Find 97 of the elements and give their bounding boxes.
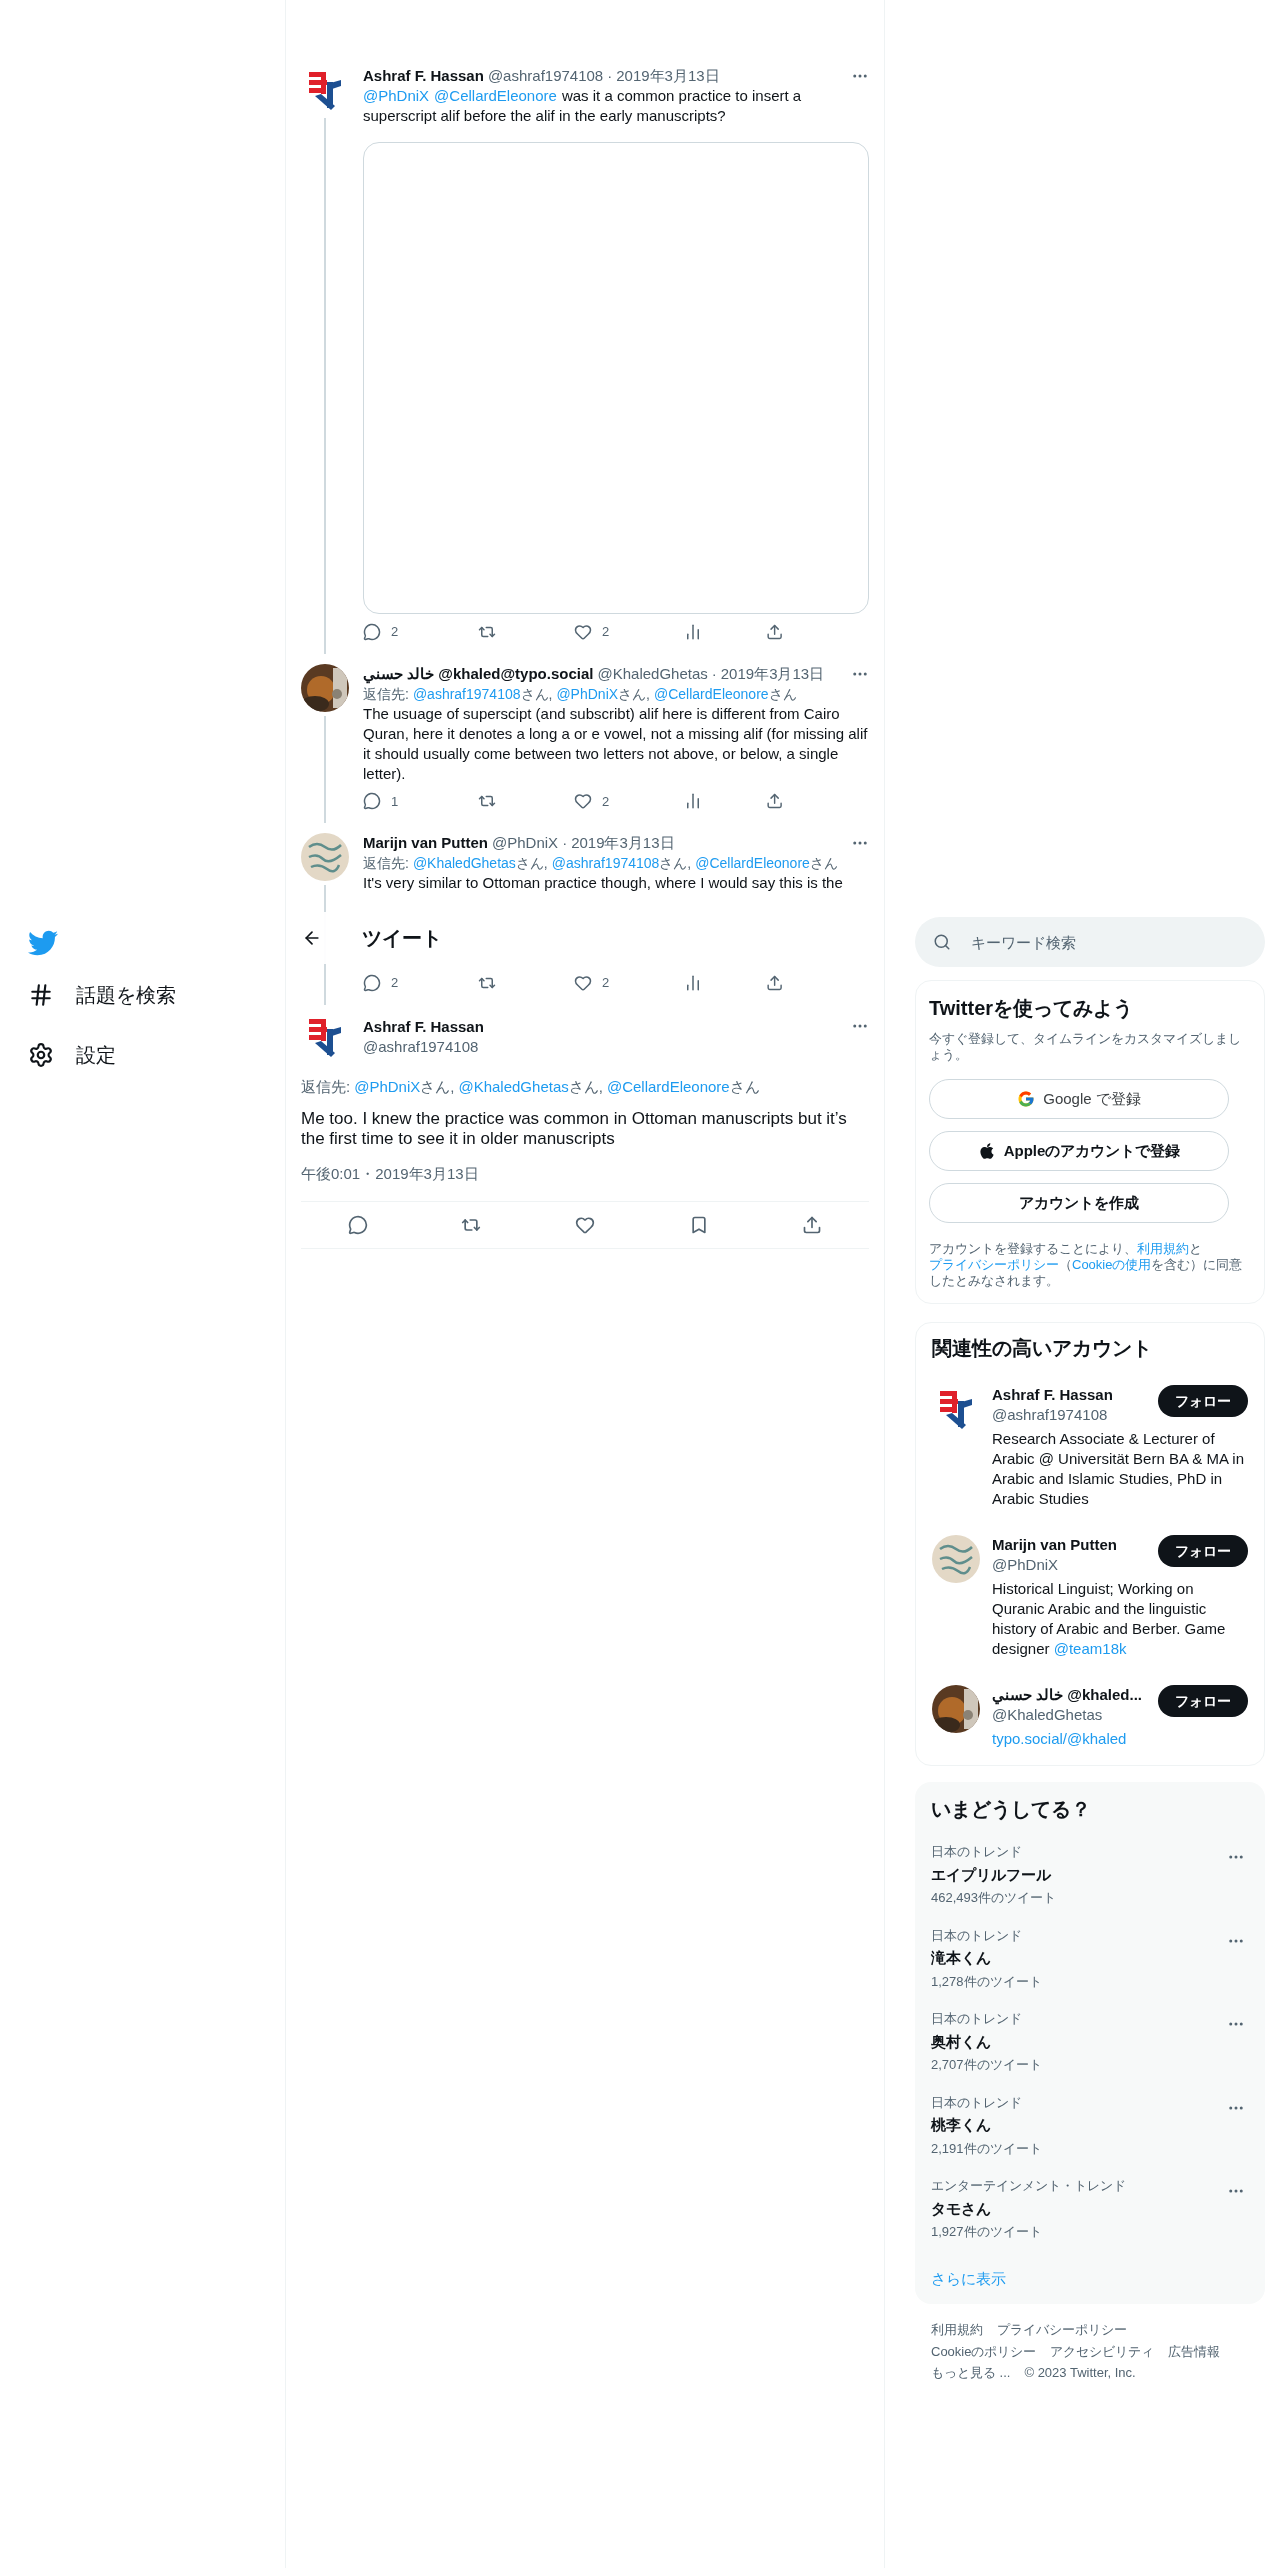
tweet-text: Me too. I knew the practice was common in Ottoman manuscripts but it’s the first time to see it in older manuscripts bbox=[301, 1108, 848, 1149]
card-title: 関連性の高いアカウント bbox=[932, 1336, 1153, 1361]
account-handle[interactable]: @ashraf1974108 bbox=[992, 1405, 1158, 1425]
trend-count: 2,707件のツイート bbox=[931, 2056, 1043, 2074]
trend-name[interactable]: エイプリルフール bbox=[931, 1863, 1227, 1886]
account-bio: Research Associate & Lecturer of Arabic @ Universität Bern BA & MA in Arabic and Islamic Studies, PhD in Arabic Studies bbox=[992, 1429, 1245, 1509]
honorific-text: さん bbox=[809, 854, 838, 873]
honorific-text: さん, bbox=[659, 854, 692, 873]
follow-button[interactable]: フォロー bbox=[1158, 1385, 1248, 1417]
reply-icon[interactable] bbox=[363, 622, 381, 641]
trend-name[interactable]: タモさん bbox=[931, 2197, 1227, 2220]
follow-button[interactable]: フォロー bbox=[1158, 1535, 1248, 1567]
author-handle[interactable]: @ashraf1974108 bbox=[363, 1036, 484, 1057]
account-name[interactable]: خالد حسني @khaled... bbox=[992, 1685, 1158, 1705]
share-icon[interactable] bbox=[765, 792, 783, 811]
honorific-text: さん, bbox=[618, 684, 650, 704]
apple-icon bbox=[977, 1142, 996, 1160]
reply-label: 返信先: bbox=[301, 1076, 351, 1097]
separator-dot: · bbox=[607, 66, 613, 86]
separator-dot: · bbox=[711, 663, 717, 684]
honorific-text: さん, bbox=[420, 1076, 455, 1097]
tweet-date[interactable]: 2019年3月13日 bbox=[616, 66, 720, 86]
reply-label: 返信先: bbox=[363, 854, 409, 873]
page-title: ツイート bbox=[362, 926, 442, 951]
separator-dot: · bbox=[562, 833, 568, 853]
like-count: 2 bbox=[601, 792, 610, 811]
footer-link[interactable]: もっと見る ... bbox=[931, 2363, 1011, 2383]
footer-link[interactable]: プライバシーポリシー bbox=[997, 2320, 1127, 2340]
hashtag-icon bbox=[28, 982, 54, 1008]
trend-count: 1,927件のツイート bbox=[931, 2223, 1043, 2241]
trend-count: 2,191件のツイート bbox=[931, 2139, 1043, 2158]
like-count: 2 bbox=[601, 974, 610, 992]
honorific-text: さん, bbox=[520, 684, 553, 704]
footer-link[interactable]: © 2023 Twitter, Inc. bbox=[1024, 2363, 1136, 2383]
reply-icon[interactable] bbox=[347, 1215, 368, 1235]
reply-label: 返信先: bbox=[363, 684, 409, 704]
card-title: Twitterを使ってみよう bbox=[929, 996, 1135, 1021]
account-name[interactable]: Marijn van Putten bbox=[992, 1535, 1158, 1555]
author-handle[interactable]: @ashraf1974108 bbox=[487, 66, 604, 86]
trend-count: 1,278件のツイート bbox=[931, 1972, 1043, 1991]
like-icon[interactable] bbox=[575, 1215, 595, 1235]
settings-icon bbox=[28, 1042, 54, 1068]
footer-link[interactable]: 広告情報 bbox=[1168, 2341, 1221, 2361]
like-icon[interactable] bbox=[573, 792, 592, 811]
trend-context: 日本のトレンド bbox=[931, 1926, 1023, 1945]
tweet-text: It's very similar to Ottoman practice though, where I would say this is the bbox=[363, 873, 844, 893]
share-icon[interactable] bbox=[802, 1215, 823, 1235]
footer-link[interactable]: アクセシビリティ bbox=[1050, 2341, 1155, 2361]
share-icon[interactable] bbox=[765, 622, 783, 641]
account-bio: Historical Linguist; Working on Quranic Arabic and the linguistic history of Arabic and Berber. Game designer @team18k bbox=[992, 1579, 1227, 1659]
nav-item[interactable]: 設定 bbox=[28, 1040, 285, 1070]
reply-count: 1 bbox=[391, 792, 399, 811]
card-subtitle: 今すぐ登録して、タイムラインをカスタマイズしましょう。 bbox=[929, 1031, 1242, 1063]
honorific-text: さん bbox=[729, 1076, 760, 1097]
trend-name[interactable]: 桃李くん bbox=[931, 2114, 1227, 2137]
reply-icon[interactable] bbox=[363, 973, 381, 992]
trend-context: 日本のトレンド bbox=[931, 2010, 1023, 2028]
follow-button[interactable]: フォロー bbox=[1158, 1685, 1248, 1717]
legal-text: アカウントを登録することにより、利用規約 と プライバシーポリシー（Cookieの使用を含む）に同意したとみなされます。 bbox=[929, 1241, 1244, 1289]
author-name[interactable]: Ashraf F. Hassan bbox=[363, 66, 484, 86]
card-title: いまどうしてる？ bbox=[931, 1797, 1092, 1822]
trend-context: 日本のトレンド bbox=[931, 1843, 1023, 1861]
author-handle[interactable]: @PhDniX bbox=[492, 833, 559, 853]
trend-context: 日本のトレンド bbox=[931, 2093, 1023, 2112]
bird-logo-icon[interactable] bbox=[28, 928, 58, 958]
reply-icon[interactable] bbox=[363, 792, 381, 811]
account-handle[interactable]: @KhaledGhetas bbox=[992, 1705, 1158, 1725]
nav-item[interactable]: 話題を検索 bbox=[28, 980, 285, 1010]
tweet-text: @PhDniX @CellardEleonore was it a common practice to insert a superscript alif before the alif in the early manuscripts? bbox=[363, 86, 803, 126]
honorific-text: さん, bbox=[568, 1076, 603, 1097]
honorific-text: さん, bbox=[515, 854, 548, 873]
tweet-date[interactable]: 2019年3月13日 bbox=[571, 833, 675, 853]
footer-link[interactable]: Cookieのポリシー bbox=[931, 2341, 1037, 2361]
like-count: 2 bbox=[601, 623, 610, 641]
trend-name[interactable]: 滝本くん bbox=[931, 1947, 1227, 1970]
like-icon[interactable] bbox=[573, 973, 592, 992]
tweet-date[interactable]: 2019年3月13日 bbox=[720, 663, 825, 684]
account-name[interactable]: Ashraf F. Hassan bbox=[992, 1385, 1158, 1405]
google-icon bbox=[1017, 1090, 1036, 1108]
share-icon[interactable] bbox=[765, 973, 783, 992]
trend-count: 462,493件のツイート bbox=[931, 1889, 1057, 1907]
reply-count: 2 bbox=[391, 623, 399, 641]
search-icon bbox=[933, 933, 951, 951]
tweet-timestamp[interactable]: 午後0:01・2019年3月13日 bbox=[301, 1162, 869, 1185]
tweet-text: The usuage of superscipt (and subscribt) alif here is different from Cairo Quran, here it denotes a long a or e vowel, not a missing alif (for missing alif it should usually come between two letters not above, or below, a single letter). bbox=[363, 703, 869, 784]
trend-name[interactable]: 奥村くん bbox=[931, 2030, 1227, 2053]
footer-link[interactable]: 利用規約 bbox=[931, 2320, 983, 2340]
account-handle[interactable]: @PhDniX bbox=[992, 1555, 1158, 1575]
author-name[interactable]: Ashraf F. Hassan bbox=[363, 1016, 484, 1037]
trend-context: エンターテインメント・トレンド bbox=[931, 2177, 1127, 2195]
like-icon[interactable] bbox=[573, 622, 592, 641]
search-field[interactable]: キーワード検索 bbox=[915, 917, 1265, 967]
reply-count: 2 bbox=[391, 974, 399, 992]
honorific-text: さん bbox=[768, 684, 797, 704]
author-handle[interactable]: @KhaledGhetas bbox=[597, 663, 708, 684]
author-name[interactable]: Marijn van Putten bbox=[363, 833, 489, 853]
author-name[interactable]: خالد حسني @khaled@typo.social bbox=[363, 663, 594, 684]
